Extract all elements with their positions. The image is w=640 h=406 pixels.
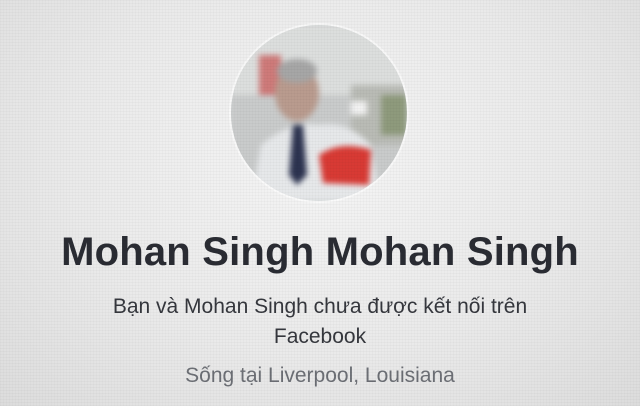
location-text: Sống tại Liverpool, Louisiana	[185, 364, 455, 387]
profile-photo-image	[231, 25, 407, 201]
profile-card: Mohan Singh Mohan Singh Bạn và Mohan Sin…	[0, 0, 640, 406]
connection-status-text: Bạn và Mohan Singh chưa được kết nối trê…	[112, 295, 528, 348]
profile-name: Mohan Singh Mohan Singh	[61, 230, 579, 274]
profile-avatar[interactable]	[231, 25, 407, 201]
